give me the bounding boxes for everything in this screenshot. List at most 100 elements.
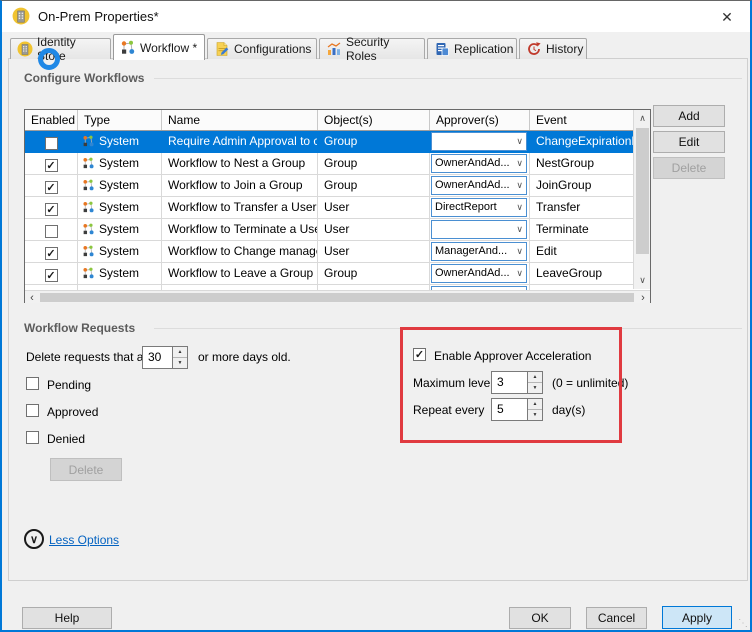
tab-configurations[interactable]: Configurations [207, 38, 317, 59]
row-enabled-checkbox[interactable]: ✓ [44, 247, 58, 261]
tab-replication[interactable]: Replication [427, 38, 517, 59]
col-header-approver[interactable]: Approver(s) [430, 110, 530, 130]
approver-dropdown[interactable]: DirectReport ∨ [431, 198, 527, 217]
spin-up-icon[interactable]: ▲ [173, 347, 187, 358]
spin-down-icon[interactable]: ▼ [528, 410, 542, 420]
tab-workflow[interactable]: Workflow * [113, 34, 205, 60]
scroll-down-icon[interactable]: ∨ [634, 272, 651, 289]
repeat-every-spinner[interactable]: 5 ▲ ▼ [491, 398, 543, 421]
add-button[interactable]: Add [653, 105, 725, 127]
cancel-button[interactable]: Cancel [586, 607, 647, 629]
type-text: System [99, 266, 140, 280]
max-levels-spinner[interactable]: 3 ▲ ▼ [491, 371, 543, 394]
event-text: LeaveGroup [530, 263, 633, 285]
workflow-name: Workflow to Transfer a User [162, 197, 318, 219]
row-enabled-checkbox[interactable] [44, 137, 58, 151]
help-button[interactable]: Help [22, 607, 112, 629]
table-row[interactable]: System Workflow to Terminate a User User… [25, 219, 633, 241]
ok-button[interactable]: OK [509, 607, 571, 629]
tab-label: Replication [454, 42, 514, 56]
table-header-row: Enabled Type Name Object(s) Approver(s) … [25, 110, 633, 131]
titlebar: On-Prem Properties* ✕ [2, 1, 750, 32]
chevron-down-icon: ∨ [516, 202, 523, 212]
resize-grip[interactable]: ⋱ [738, 618, 748, 629]
table-row[interactable]: ✓ System Workflow to Change manager User… [25, 241, 633, 263]
table-rows: System Require Admin Approval to c... Gr… [25, 131, 633, 290]
approver-dropdown[interactable]: ∨ [431, 220, 527, 239]
scroll-up-icon[interactable]: ∧ [634, 110, 651, 127]
col-header-enabled[interactable]: Enabled [25, 110, 78, 130]
replication-icon [434, 41, 450, 57]
horizontal-scrollbar[interactable]: ‹ › [25, 290, 650, 304]
workflows-table[interactable]: Enabled Type Name Object(s) Approver(s) … [24, 109, 651, 304]
table-row[interactable]: ✓ System Workflow to Nest a Group Group … [25, 153, 633, 175]
approved-checkbox[interactable] [26, 404, 39, 417]
enable-acceleration-checkbox[interactable]: ✓ [413, 348, 426, 361]
workflow-type-icon [82, 179, 95, 192]
scroll-left-icon[interactable]: ‹ [25, 291, 39, 304]
chevron-down-icon: ∨ [516, 180, 523, 190]
col-header-type[interactable]: Type [78, 110, 162, 130]
tab-history[interactable]: History [519, 38, 587, 59]
configure-workflows-header: Configure Workflows [24, 71, 145, 85]
workflow-icon [120, 40, 136, 56]
delete-requests-button[interactable]: Delete [50, 458, 122, 481]
collapse-chevron-icon[interactable]: ∨ [24, 529, 44, 549]
days-spinner[interactable]: 30 ▲ ▼ [142, 346, 188, 369]
approved-label[interactable]: Approved [47, 405, 98, 419]
col-header-event[interactable]: Event [530, 110, 633, 130]
approver-dropdown[interactable]: ∨ [431, 132, 527, 151]
edit-button[interactable]: Edit [653, 131, 725, 153]
approver-dropdown[interactable]: OwnerAndAd... ∨ [431, 154, 527, 173]
chevron-down-icon: ∨ [516, 246, 523, 256]
vertical-scroll-thumb[interactable] [636, 128, 649, 254]
approver-dropdown[interactable]: OwnerAndAd... ∨ [431, 264, 527, 283]
table-row[interactable]: ✓ System Workflow to Leave a Group Group… [25, 263, 633, 285]
pending-checkbox[interactable] [26, 377, 39, 390]
repeat-every-value[interactable]: 5 [492, 399, 527, 420]
col-header-object[interactable]: Object(s) [318, 110, 430, 130]
approver-value: OwnerAndAd... [435, 179, 510, 191]
workflow-type-icon [82, 223, 95, 236]
horizontal-scroll-thumb[interactable] [40, 293, 634, 302]
vertical-scrollbar[interactable]: ∧ ∨ [633, 110, 650, 289]
chevron-down-icon: ∨ [516, 136, 523, 146]
scroll-right-icon[interactable]: › [636, 291, 650, 304]
type-text: System [99, 178, 140, 192]
spin-up-icon[interactable]: ▲ [528, 372, 542, 383]
apply-button[interactable]: Apply [662, 606, 732, 629]
table-row[interactable]: ✓ System Workflow to Join a Group Group … [25, 175, 633, 197]
denied-checkbox[interactable] [26, 431, 39, 444]
row-enabled-checkbox[interactable]: ✓ [44, 181, 58, 195]
object-text: Group [318, 153, 430, 175]
row-enabled-checkbox[interactable] [44, 225, 58, 239]
row-enabled-checkbox[interactable]: ✓ [44, 203, 58, 217]
type-text: System [99, 222, 140, 236]
denied-label[interactable]: Denied [47, 432, 85, 446]
spin-down-icon[interactable]: ▼ [528, 383, 542, 393]
days-value[interactable]: 30 [143, 347, 172, 368]
security-roles-icon [326, 41, 342, 57]
event-text: JoinGroup [530, 175, 633, 197]
approver-dropdown[interactable]: ManagerAnd... ∨ [431, 242, 527, 261]
dialog-window: On-Prem Properties* ✕ Identity Store Wor… [0, 0, 752, 632]
tab-label: Security Roles [346, 35, 390, 63]
object-text: Group [318, 263, 430, 285]
spin-down-icon[interactable]: ▼ [173, 358, 187, 368]
spin-up-icon[interactable]: ▲ [528, 399, 542, 410]
table-row[interactable]: System Require Admin Approval to c... Gr… [25, 131, 633, 153]
max-levels-value[interactable]: 3 [492, 372, 527, 393]
type-text: System [99, 200, 140, 214]
close-icon[interactable]: ✕ [712, 5, 742, 29]
tab-identity-store[interactable]: Identity Store [10, 35, 111, 63]
pending-label[interactable]: Pending [47, 378, 91, 392]
delete-button[interactable]: Delete [653, 157, 725, 179]
less-options-link[interactable]: Less Options [49, 533, 119, 547]
table-row[interactable]: ✓ System Workflow to Transfer a User Use… [25, 197, 633, 219]
row-enabled-checkbox[interactable]: ✓ [44, 159, 58, 173]
approver-dropdown[interactable]: OwnerAndAd... ∨ [431, 176, 527, 195]
col-header-name[interactable]: Name [162, 110, 318, 130]
row-enabled-checkbox[interactable]: ✓ [44, 269, 58, 283]
tab-security-roles[interactable]: Security Roles [319, 35, 425, 63]
workflow-name: Workflow to Change manager [162, 241, 318, 263]
